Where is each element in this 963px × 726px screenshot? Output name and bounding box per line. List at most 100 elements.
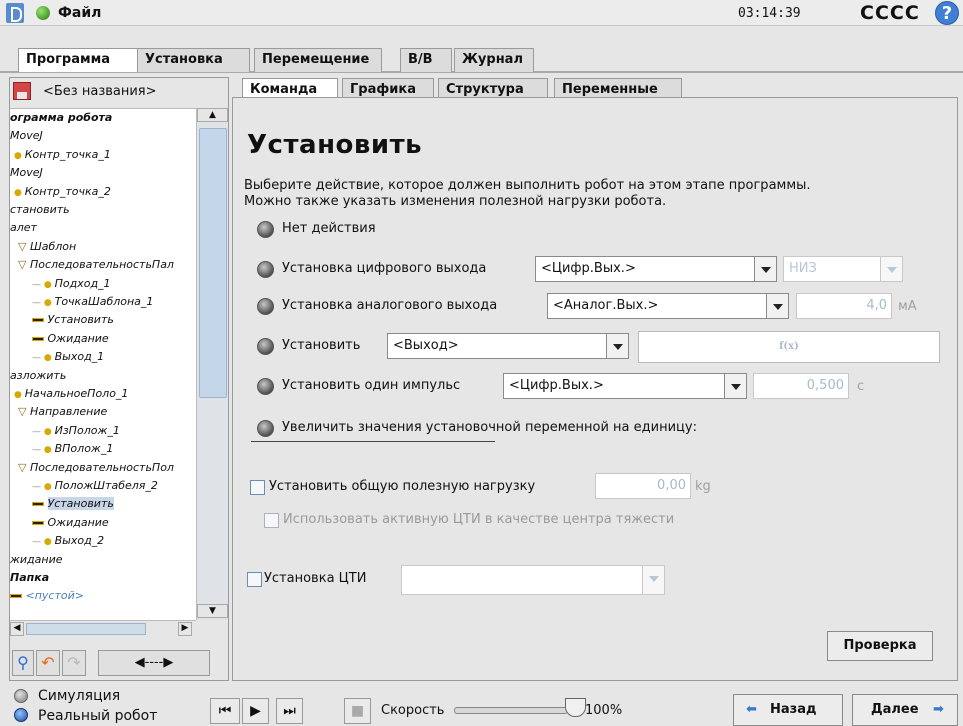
radio-button[interactable] bbox=[257, 298, 274, 315]
play-icon[interactable]: ▶ bbox=[242, 698, 269, 724]
file-menu[interactable]: Файл bbox=[58, 5, 101, 21]
tcp-cog-checkbox[interactable] bbox=[264, 513, 279, 528]
tree-node[interactable]: ▽ Направление bbox=[18, 403, 107, 421]
tree-node[interactable]: ограмма робота bbox=[10, 109, 112, 127]
tree-node[interactable]: — ● Выход_1 bbox=[32, 348, 104, 366]
tree-node[interactable]: — ● ТочкаШаблона_1 bbox=[32, 293, 153, 311]
program-tree[interactable]: ограмма робота MoveJ ● Контр_точка_1 MoveJ ●… bbox=[10, 108, 196, 620]
tree-node[interactable]: — ● ПоложШтабеля_2 bbox=[32, 477, 158, 495]
tree-node[interactable]: — ● ВПолож_1 bbox=[32, 440, 113, 458]
tree-node[interactable]: MoveJ bbox=[10, 127, 43, 145]
tree-node[interactable]: ▽ Шаблон bbox=[18, 238, 76, 256]
scroll-thumb-horizontal[interactable] bbox=[26, 623, 146, 635]
tree-node[interactable]: Установить bbox=[32, 495, 114, 513]
set-tcp-checkbox[interactable] bbox=[247, 572, 262, 587]
robot-name: CCCC bbox=[860, 2, 920, 24]
real-robot-label: Реальный робот bbox=[38, 708, 158, 724]
tree-node[interactable]: — ● Выход_2 bbox=[32, 532, 104, 550]
tab-move[interactable]: Перемещение bbox=[254, 48, 382, 72]
scroll-up-icon[interactable]: ▲ bbox=[197, 108, 228, 122]
tcp-select[interactable] bbox=[401, 565, 665, 595]
arrow-right-icon: ➡ bbox=[933, 702, 944, 717]
payload-value-field[interactable]: 0,00 bbox=[595, 473, 691, 499]
tree-node[interactable]: ● Контр_точка_2 bbox=[14, 183, 111, 201]
undo-icon[interactable]: ↶ bbox=[36, 650, 60, 676]
tree-node[interactable]: ● Контр_точка_1 bbox=[14, 146, 111, 164]
scroll-left-icon[interactable]: ◀ bbox=[10, 622, 24, 636]
program-panel: <Без названия> ограмма робота MoveJ ● Конт… bbox=[9, 77, 229, 681]
digital-output-select[interactable]: <Цифр.Вых.> bbox=[535, 256, 777, 282]
simulation-radio[interactable] bbox=[14, 689, 28, 703]
radio-button[interactable] bbox=[257, 378, 274, 395]
digital-level-select[interactable]: НИЗ bbox=[783, 256, 903, 282]
command-icon bbox=[32, 497, 48, 510]
radio-button[interactable] bbox=[257, 221, 274, 238]
tree-node[interactable]: алет bbox=[10, 219, 37, 237]
tab-log[interactable]: Журнал bbox=[454, 48, 534, 72]
stop-icon[interactable]: ■ bbox=[344, 698, 371, 724]
scroll-thumb[interactable] bbox=[199, 128, 227, 398]
waypoint-icon: ● bbox=[14, 390, 25, 400]
output-select[interactable]: <Выход> bbox=[387, 333, 629, 359]
back-button[interactable]: ⬅ Назад bbox=[733, 694, 843, 726]
check-button[interactable]: Проверка bbox=[827, 631, 933, 661]
analog-output-select[interactable]: <Аналог.Вых.> bbox=[547, 293, 789, 319]
next-button[interactable]: Далее ➡ bbox=[852, 694, 958, 726]
step-icon[interactable]: ⏭ bbox=[276, 698, 303, 724]
pulse-unit: с bbox=[857, 379, 865, 394]
speed-slider-knob[interactable] bbox=[565, 698, 586, 717]
tree-node[interactable]: азложить bbox=[10, 367, 66, 385]
bottom-bar: Симуляция Реальный робот ⏮ ▶ ⏭ ■ Скорост… bbox=[0, 684, 963, 726]
tree-node[interactable]: Ожидание bbox=[32, 330, 109, 348]
pulse-duration-field[interactable]: 0,500 bbox=[753, 373, 849, 399]
program-name: <Без названия> bbox=[43, 84, 157, 99]
tree-node[interactable]: становить bbox=[10, 201, 70, 219]
search-icon[interactable]: ⚲ bbox=[12, 650, 34, 676]
option-label: Установка цифрового выхода bbox=[282, 261, 487, 276]
analog-value-field[interactable]: 4,0 bbox=[796, 293, 892, 319]
tree-node-label: Контр_точка_1 bbox=[24, 147, 111, 161]
command-icon bbox=[32, 313, 48, 326]
radio-button[interactable] bbox=[257, 338, 274, 355]
pulse-output-select[interactable]: <Цифр.Вых.> bbox=[503, 373, 747, 399]
tree-node[interactable]: ▽ ПоследовательностьПал bbox=[18, 256, 174, 274]
redo-icon[interactable]: ↷ bbox=[62, 650, 86, 676]
tree-vertical-scrollbar[interactable]: ▲ ▼ bbox=[196, 108, 228, 620]
expand-triangle-icon: ▽ bbox=[18, 258, 30, 272]
help-icon[interactable]: ? bbox=[935, 1, 959, 25]
radio-button[interactable] bbox=[257, 420, 274, 437]
tree-node[interactable]: ● НачальноеПоло_1 bbox=[14, 385, 128, 403]
tree-node[interactable]: — ● Подход_1 bbox=[32, 275, 111, 293]
tree-node[interactable]: <пустой> bbox=[10, 587, 84, 605]
expression-field[interactable]: f(x) bbox=[638, 331, 940, 363]
command-icon bbox=[32, 332, 48, 345]
option-label: Увеличить значения установочной переменн… bbox=[282, 420, 697, 435]
tree-node[interactable]: — ● ИзПолож_1 bbox=[32, 422, 120, 440]
tree-node-label: Подход_1 bbox=[54, 276, 111, 290]
tree-node-label: алет bbox=[10, 221, 37, 235]
tree-node[interactable]: Установить bbox=[32, 311, 114, 329]
tree-node[interactable]: жидание bbox=[10, 551, 63, 569]
real-robot-radio[interactable] bbox=[14, 708, 28, 722]
waypoint-icon: ● bbox=[14, 187, 25, 198]
tree-node[interactable]: ▽ ПоследовательностьПол bbox=[18, 459, 174, 477]
tab-io[interactable]: В/В bbox=[400, 48, 452, 72]
tree-node-label: Ожидание bbox=[47, 515, 109, 529]
radio-button[interactable] bbox=[257, 261, 274, 278]
tab-installation[interactable]: Установка bbox=[137, 48, 250, 72]
tree-node-label: жидание bbox=[10, 552, 63, 566]
scroll-down-icon[interactable]: ▼ bbox=[197, 604, 228, 618]
speed-slider[interactable] bbox=[454, 707, 568, 714]
payload-checkbox[interactable] bbox=[250, 480, 265, 495]
tree-node[interactable]: Ожидание bbox=[32, 514, 109, 532]
tab-program[interactable]: Программа bbox=[18, 48, 138, 72]
rewind-icon[interactable]: ⏮ bbox=[210, 698, 240, 724]
tree-toolbar: ⚲ ↶ ↷ ◀----▶ bbox=[10, 646, 228, 680]
save-icon[interactable] bbox=[13, 82, 31, 100]
tree-node[interactable]: Папка bbox=[10, 569, 49, 587]
tree-node[interactable]: MoveJ bbox=[10, 164, 43, 182]
scroll-right-icon[interactable]: ▶ bbox=[178, 622, 192, 636]
tree-horizontal-scrollbar[interactable]: ◀ ▶ bbox=[10, 620, 196, 636]
move-node-icon[interactable]: ◀----▶ bbox=[98, 650, 210, 676]
waypoint-icon: — ● bbox=[32, 426, 52, 437]
